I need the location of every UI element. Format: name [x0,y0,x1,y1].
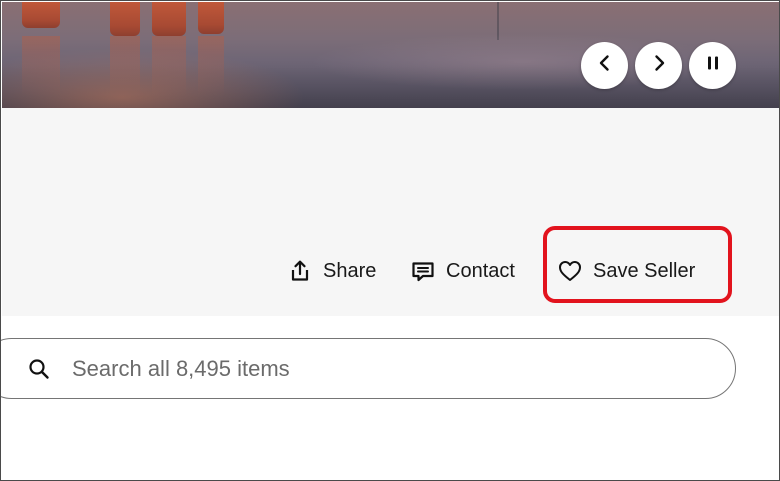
message-icon [410,258,436,284]
search-icon [27,357,51,381]
search-input[interactable] [72,353,672,385]
highlight-annotation [543,226,732,303]
carousel-next-button[interactable] [635,42,682,89]
chevron-right-icon [649,53,669,78]
share-label: Share [323,259,377,282]
share-icon [287,258,313,284]
contact-label: Contact [446,259,515,282]
hero-banner-image [2,2,779,108]
carousel-pause-button[interactable] [689,42,736,89]
chevron-left-icon [595,53,615,78]
shop-search-bar[interactable] [1,338,736,399]
page-frame: Share Contact Save Seller [0,0,780,481]
contact-button[interactable]: Contact [410,256,515,286]
pause-icon [703,53,723,78]
carousel-prev-button[interactable] [581,42,628,89]
share-button[interactable]: Share [287,256,376,286]
